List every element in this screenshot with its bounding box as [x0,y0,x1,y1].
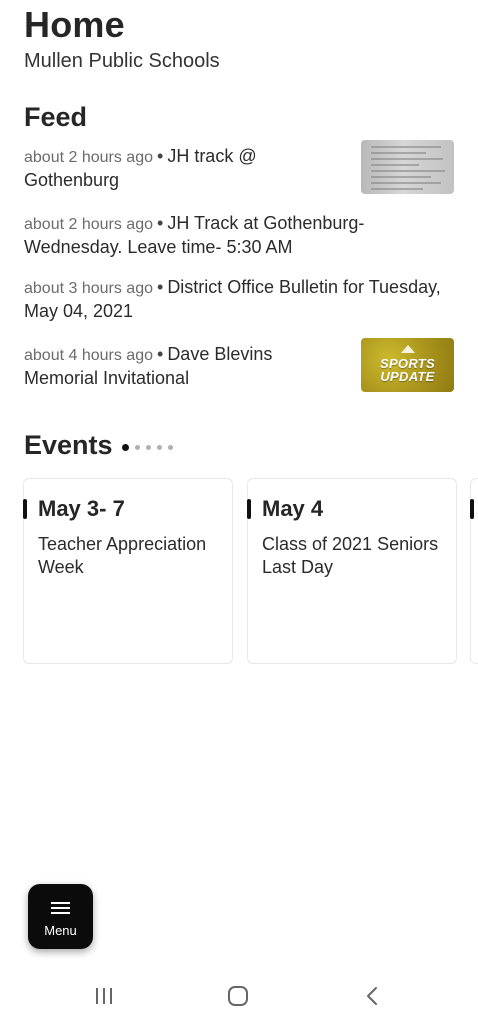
event-accent-bar [247,499,251,519]
feed-item-separator: • [157,344,164,364]
event-date: May 3- 7 [38,496,125,521]
pager-dot[interactable] [146,445,151,450]
feed-item-separator: • [157,277,164,297]
pager-dot-active[interactable] [122,444,129,451]
back-icon[interactable] [362,984,382,1008]
feed-item-time: about 2 hours ago [24,216,153,233]
feed-item[interactable]: about 2 hours ago • JH track @ Gothenburg [24,140,454,194]
feed-item-time: about 3 hours ago [24,280,153,297]
feed-item[interactable]: about 4 hours ago • Dave Blevins Memorial … [24,338,454,392]
event-card[interactable]: May 4 Class of 2021 Seniors Last Day [247,478,457,664]
event-card[interactable]: May 3- 7 Teacher Appreciation Week [23,478,233,664]
menu-button-label: Menu [44,923,77,938]
feed-item[interactable]: about 3 hours ago • District Office Bullet… [24,276,454,323]
event-accent-bar [23,499,27,519]
events-title: Events [24,430,113,460]
system-nav-bar [0,968,478,1024]
event-date: May 4 [262,496,324,521]
menu-button[interactable]: Menu [28,884,93,949]
sports-update-thumbnail[interactable]: SPORTS UPDATE [361,338,454,392]
mascot-icon [401,345,415,353]
event-accent-bar [470,499,474,519]
events-pager[interactable] [122,444,173,451]
recents-icon[interactable] [92,984,116,1008]
feed-item-separator: • [157,213,164,233]
feed-item-time: about 2 hours ago [24,149,153,166]
feed-item-separator: • [157,146,164,166]
page-title: Home [24,4,125,45]
home-icon[interactable] [226,984,250,1008]
feed-item-thumbnail[interactable] [361,140,454,194]
event-card-partial[interactable] [470,478,478,664]
school-name: Mullen Public Schools [24,50,220,72]
pager-dot[interactable] [135,445,140,450]
sports-update-line-2: UPDATE [380,369,435,384]
feed-item[interactable]: about 2 hours ago • JH Track at Gothenburg… [24,212,454,259]
pager-dot[interactable] [168,445,173,450]
feed-item-time: about 4 hours ago [24,347,153,364]
pager-dot[interactable] [157,445,162,450]
event-name: Class of 2021 Seniors Last Day [262,534,439,577]
hamburger-icon [51,902,70,914]
event-name: Teacher Appreciation Week [38,534,207,577]
feed-title: Feed [24,102,88,132]
